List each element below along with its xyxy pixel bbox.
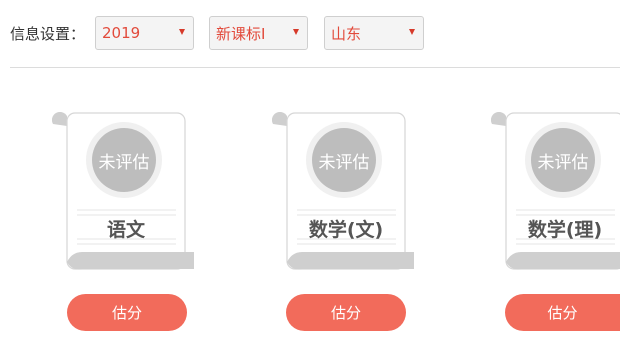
estimate-button-math-science[interactable]: 估分 — [505, 294, 620, 331]
status-badge: 未评估 — [86, 122, 162, 198]
divider — [10, 67, 620, 68]
settings-label: 信息设置： — [10, 25, 86, 43]
subject-name: 数学(理) — [527, 219, 603, 241]
status-badge: 未评估 — [525, 122, 601, 198]
subject-name: 语文 — [106, 219, 145, 241]
dropdown-arrow-icon — [409, 29, 415, 35]
subject-card-math-science: 未评估 数学(理) — [491, 112, 620, 272]
year-select-value: 2019 — [102, 24, 141, 42]
status-text: 未评估 — [531, 128, 595, 192]
dropdown-arrow-icon — [179, 29, 185, 35]
paper-type-select-value: 新课标I — [216, 24, 266, 43]
year-select[interactable]: 2019 — [95, 16, 194, 50]
estimate-button-chinese[interactable]: 估分 — [67, 294, 187, 331]
status-text: 未评估 — [92, 128, 156, 192]
subject-name: 数学(文) — [308, 219, 384, 241]
dropdown-arrow-icon — [293, 29, 299, 35]
subject-card-chinese: 未评估 语文 — [52, 112, 197, 272]
status-text: 未评估 — [312, 128, 376, 192]
province-select-value: 山东 — [331, 24, 362, 43]
province-select[interactable]: 山东 — [324, 16, 424, 50]
estimate-page: 信息设置： 2019 新课标I 山东 未评估 语文 未评估 数学(文) 未评估 … — [0, 0, 620, 358]
paper-type-select[interactable]: 新课标I — [209, 16, 308, 50]
status-badge: 未评估 — [306, 122, 382, 198]
subject-card-math-arts: 未评估 数学(文) — [272, 112, 417, 272]
estimate-button-math-arts[interactable]: 估分 — [286, 294, 406, 331]
